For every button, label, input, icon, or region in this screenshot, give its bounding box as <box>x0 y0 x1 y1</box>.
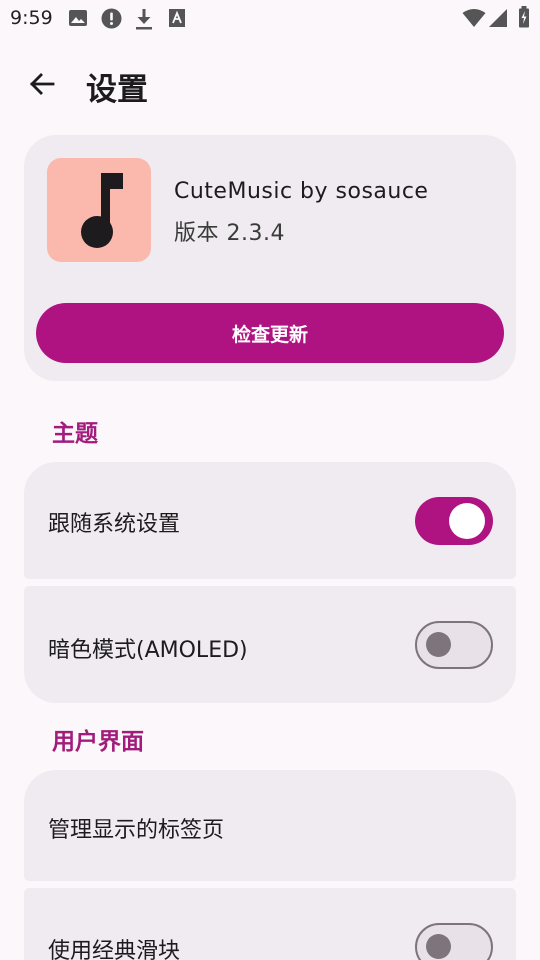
app-name: CuteMusic by sosauce <box>174 179 429 204</box>
back-button[interactable] <box>22 64 62 104</box>
a-icon <box>169 9 185 27</box>
signal-icon <box>489 9 507 27</box>
wifi-icon <box>462 9 486 27</box>
settings-screen: 9:59 设置 CuteMusic by sosauce 版本 2.3.4 检查… <box>0 0 540 960</box>
toggle-knob <box>426 632 451 657</box>
section-header-ui: 用户界面 <box>52 729 144 755</box>
amoled-toggle[interactable] <box>415 621 493 669</box>
app-version: 版本 2.3.4 <box>174 221 285 246</box>
image-icon <box>69 10 87 26</box>
follow-system-toggle[interactable] <box>415 497 493 545</box>
check-update-button[interactable]: 检查更新 <box>36 303 504 363</box>
music-note-icon <box>81 173 123 248</box>
setting-classic-slider-label: 使用经典滑块 <box>48 939 181 960</box>
download-icon <box>136 9 152 30</box>
status-bar: 9:59 <box>0 0 540 36</box>
section-header-theme: 主题 <box>52 421 98 447</box>
arrow-left-icon <box>30 73 55 95</box>
setting-classic-slider[interactable]: 使用经典滑块 <box>24 888 516 960</box>
setting-manage-tabs-label: 管理显示的标签页 <box>48 818 225 843</box>
setting-follow-system[interactable]: 跟随系统设置 <box>24 462 516 579</box>
about-card: CuteMusic by sosauce 版本 2.3.4 检查更新 <box>24 135 516 381</box>
app-icon <box>47 158 151 262</box>
status-time: 9:59 <box>10 7 53 29</box>
battery-icon <box>519 6 529 28</box>
setting-manage-tabs[interactable]: 管理显示的标签页 <box>24 770 516 881</box>
setting-follow-system-label: 跟随系统设置 <box>48 512 181 537</box>
classic-slider-toggle[interactable] <box>415 923 493 960</box>
toggle-knob <box>426 934 451 959</box>
alert-icon <box>101 8 122 29</box>
setting-amoled-label: 暗色模式(AMOLED) <box>48 638 248 663</box>
toggle-knob <box>449 503 485 539</box>
page-title: 设置 <box>86 72 148 108</box>
setting-amoled[interactable]: 暗色模式(AMOLED) <box>24 586 516 703</box>
